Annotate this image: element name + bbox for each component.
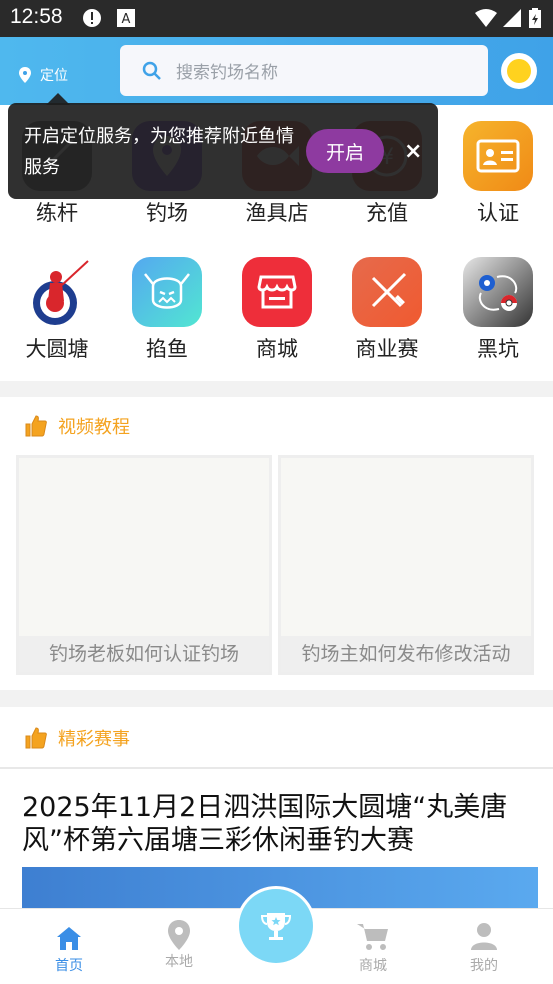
grid-item-label: 认证: [477, 201, 519, 225]
tab-cart[interactable]: 商城: [318, 909, 428, 975]
tooltip-message: 开启定位服务，为您推荐附近鱼情服务: [24, 126, 294, 178]
grid-item-9[interactable]: 商业赛: [332, 257, 442, 363]
battery-icon: [529, 8, 541, 28]
search-bar[interactable]: 搜索钓场名称: [120, 45, 488, 96]
alert-icon: [83, 9, 101, 27]
shop-icon: [242, 257, 312, 327]
location-label: 定位: [40, 68, 68, 84]
close-icon[interactable]: ×: [404, 139, 422, 164]
grid-item-label: 充值: [366, 201, 408, 225]
video-section: 视频教程 钓场老板如何认证钓场 钓场主如何发布修改活动: [0, 397, 553, 690]
tab-label: 我的: [470, 958, 498, 974]
grid-item-label: 大圆塘: [25, 337, 89, 361]
search-input[interactable]: 搜索钓场名称: [176, 58, 278, 83]
fisherman-logo-icon: [22, 257, 92, 327]
swords-icon: [352, 257, 422, 327]
wifi-icon: [475, 9, 497, 27]
location-button[interactable]: 定位: [18, 65, 68, 85]
grid-item-label: 练杆: [36, 201, 78, 225]
tab-person[interactable]: 我的: [429, 909, 539, 975]
events-section-title: 精彩赛事: [58, 729, 130, 750]
status-bar: 12:58 A: [0, 0, 553, 37]
grid-item-7[interactable]: 掐鱼: [112, 257, 222, 363]
weather-sun-icon[interactable]: [501, 53, 537, 89]
grid-item-label: 掐鱼: [146, 337, 188, 361]
app-header: 定位 搜索钓场名称: [0, 37, 553, 105]
thumbs-up-icon: [25, 727, 47, 749]
tab-home[interactable]: 首页: [14, 909, 124, 975]
events-section-header: 精彩赛事: [24, 725, 130, 751]
grid-item-8[interactable]: 商城: [222, 257, 332, 363]
location-icon: [124, 909, 234, 951]
grid-item-label: 商城: [256, 337, 298, 361]
a-icon: A: [117, 9, 135, 27]
grid-item-6[interactable]: 大圆塘: [2, 257, 112, 363]
id-card-icon: [463, 121, 533, 191]
center-trophy-button[interactable]: [236, 886, 316, 966]
video-card-2[interactable]: 钓场主如何发布修改活动: [278, 455, 534, 675]
cart-icon: [318, 909, 428, 951]
events-section: 精彩赛事 2025年11月2日泗洪国际大圆塘“丸美唐风”杯第六届塘三彩休闲垂钓大…: [0, 707, 553, 913]
grid-item-label: 商业赛: [355, 337, 419, 361]
signal-icon: [503, 9, 521, 27]
grid-item-10[interactable]: 黑坑: [443, 257, 553, 363]
tab-location[interactable]: 本地: [124, 909, 234, 971]
video-card-1[interactable]: 钓场老板如何认证钓场: [16, 455, 272, 675]
video-caption: 钓场老板如何认证钓场: [19, 636, 269, 672]
enable-location-button[interactable]: 开启: [306, 129, 384, 173]
trophy-icon: [260, 913, 292, 940]
thumbs-up-icon: [25, 415, 47, 437]
pokeball-icon: [463, 257, 533, 327]
location-tooltip: 开启定位服务，为您推荐附近鱼情服务 开启 ×: [8, 93, 438, 199]
status-time: 12:58: [10, 5, 63, 28]
person-icon: [429, 909, 539, 951]
svg-text:A: A: [122, 12, 131, 27]
video-caption: 钓场主如何发布修改活动: [281, 636, 531, 672]
search-icon: [142, 61, 161, 80]
tooltip-arrow: [46, 93, 70, 105]
grid-item-label: 钓场: [146, 201, 188, 225]
divider: [0, 767, 553, 769]
viking-icon: [132, 257, 202, 327]
event-headline[interactable]: 2025年11月2日泗洪国际大圆塘“丸美唐风”杯第六届塘三彩休闲垂钓大赛: [22, 791, 542, 857]
grid-item-label: 黑坑: [477, 337, 519, 361]
location-pin-icon: [19, 67, 31, 83]
tab-label: 本地: [165, 954, 193, 970]
tab-label: 商城: [359, 958, 387, 974]
grid-item-5[interactable]: 认证: [443, 121, 553, 227]
tab-label: 首页: [55, 958, 83, 974]
grid-item-label: 渔具店: [245, 201, 309, 225]
home-icon: [14, 909, 124, 951]
video-section-title: 视频教程: [58, 417, 130, 438]
video-section-header: 视频教程: [24, 413, 130, 439]
